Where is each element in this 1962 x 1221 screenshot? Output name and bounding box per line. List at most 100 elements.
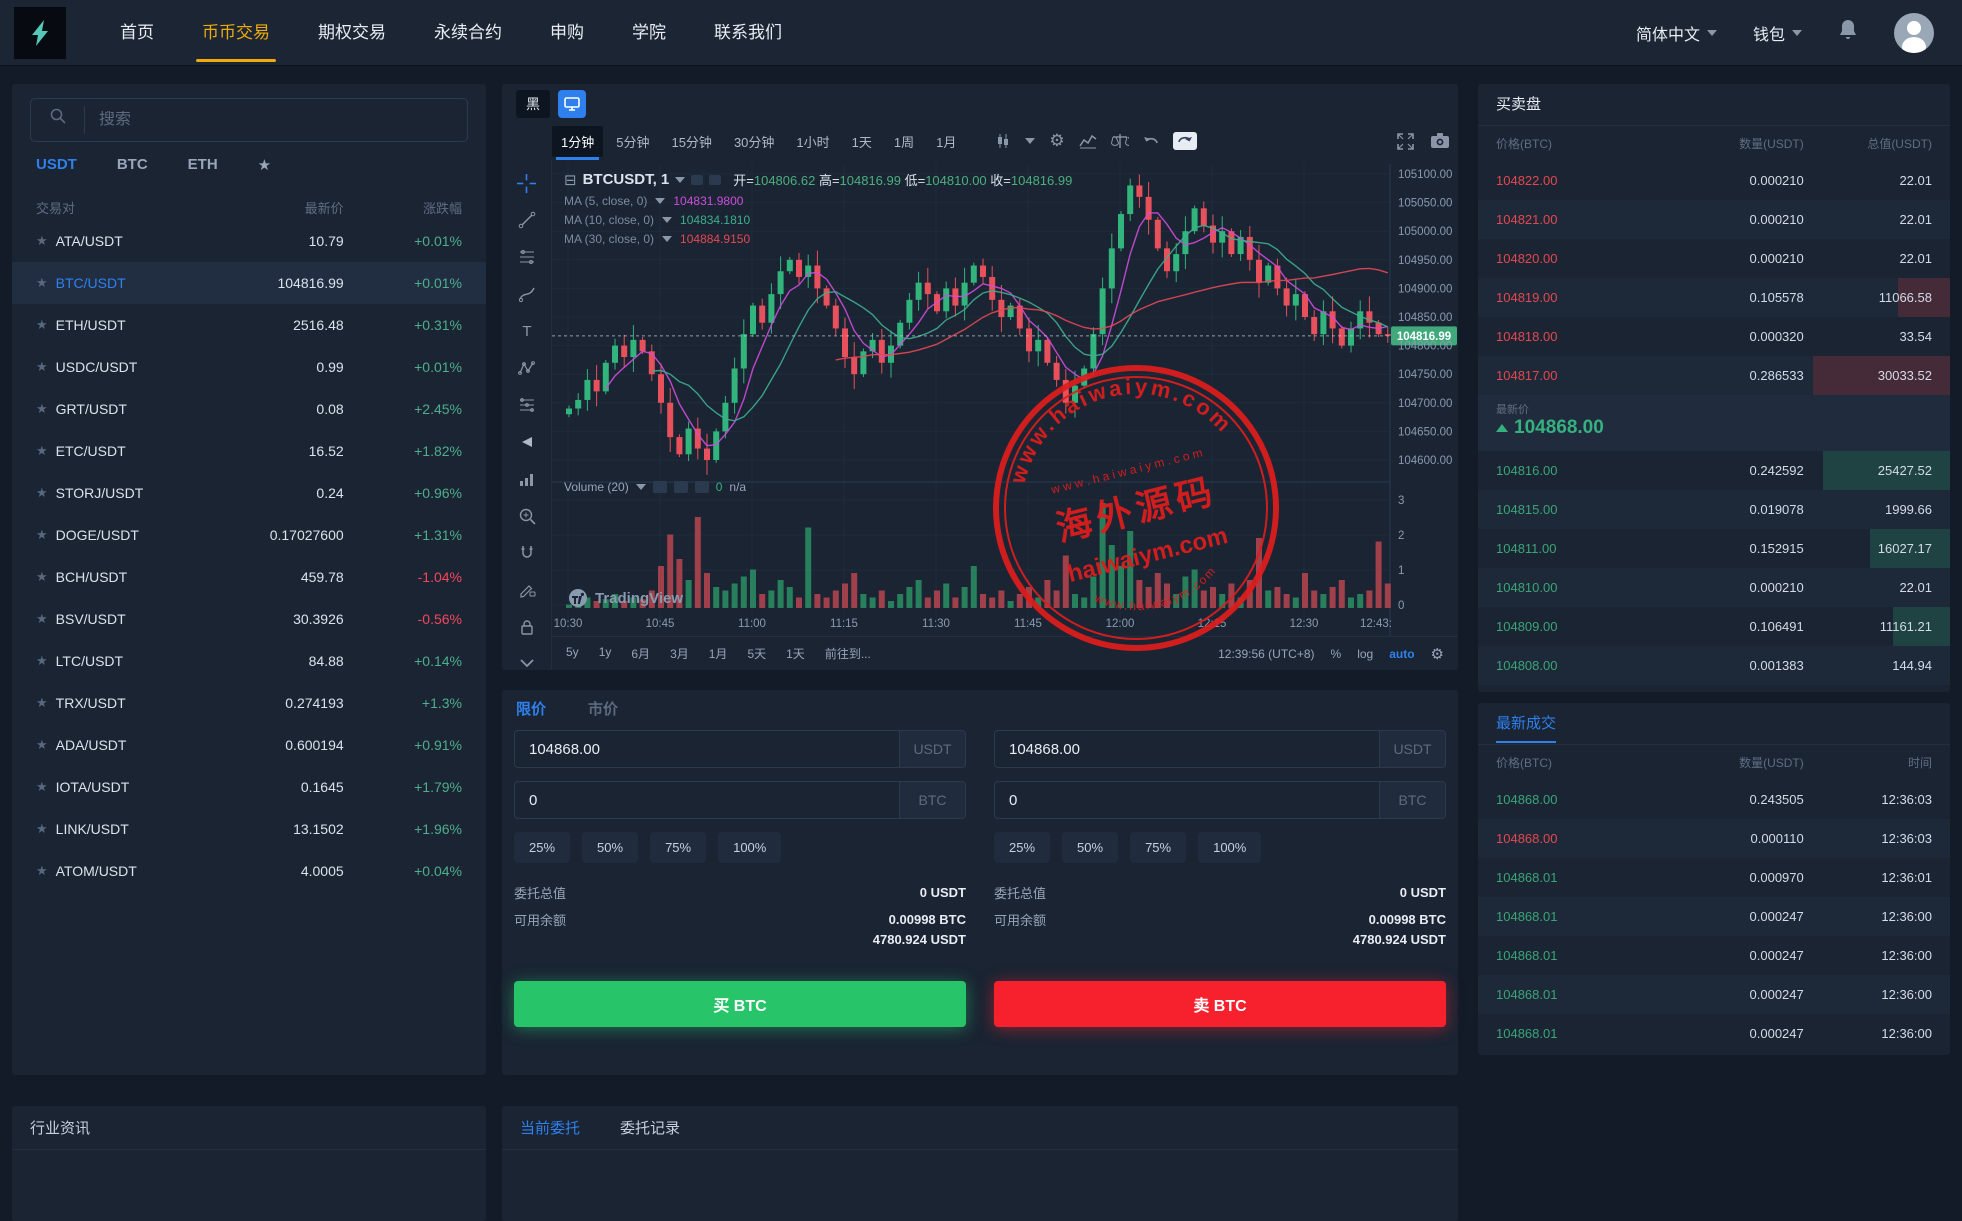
- buy-button[interactable]: 买 BTC: [514, 981, 966, 1027]
- range-button[interactable]: 6月: [631, 645, 650, 662]
- lock-icon[interactable]: [518, 618, 536, 638]
- pair-row[interactable]: ★ATA/USDT10.79+0.01%: [12, 220, 486, 262]
- timeframe-15分钟[interactable]: 15分钟: [662, 126, 720, 157]
- trade-row[interactable]: 104868.010.00024712:36:00: [1478, 975, 1950, 1014]
- pair-row[interactable]: ★LTC/USDT84.88+0.14%: [12, 640, 486, 682]
- favorite-star-icon[interactable]: ★: [36, 695, 48, 711]
- trade-row[interactable]: 104868.000.00011012:36:03: [1478, 819, 1950, 858]
- range-button[interactable]: 3月: [670, 645, 689, 662]
- search-input[interactable]: [85, 111, 467, 129]
- bid-row[interactable]: 104815.000.0190781999.66: [1478, 490, 1950, 529]
- pair-row[interactable]: ★ADA/USDT0.600194+0.91%: [12, 724, 486, 766]
- trade-row[interactable]: 104868.010.00024712:36:00: [1478, 897, 1950, 936]
- quote-tab-usdt[interactable]: USDT: [36, 156, 77, 174]
- ask-row[interactable]: 104818.000.00032033.54: [1478, 317, 1950, 356]
- fib-tool-icon[interactable]: [518, 248, 536, 268]
- range-button[interactable]: 前往到...: [825, 645, 871, 662]
- wallet-menu[interactable]: 钱包: [1753, 21, 1802, 45]
- footer-gear-icon[interactable]: ⚙: [1431, 645, 1444, 663]
- ask-row[interactable]: 104820.000.00021022.01: [1478, 239, 1950, 278]
- sell-price-input[interactable]: [995, 731, 1379, 767]
- buy-percent-50[interactable]: 50%: [582, 832, 638, 863]
- range-button[interactable]: 1月: [709, 645, 728, 662]
- collapse-icon[interactable]: ⊟: [564, 171, 577, 189]
- nav-item[interactable]: 币币交易: [178, 0, 294, 66]
- range-button[interactable]: 5天: [747, 645, 766, 662]
- trade-row[interactable]: 104868.010.00024712:36:00: [1478, 1014, 1950, 1053]
- pair-row[interactable]: ★USDC/USDT0.99+0.01%: [12, 346, 486, 388]
- gear-icon[interactable]: [674, 481, 688, 493]
- buy-percent-25[interactable]: 25%: [514, 832, 570, 863]
- timeframe-1周[interactable]: 1周: [885, 126, 923, 157]
- buy-amount-input[interactable]: [515, 782, 899, 818]
- ask-row[interactable]: 104819.000.10557811066.58: [1478, 278, 1950, 317]
- sell-percent-75[interactable]: 75%: [1130, 832, 1186, 863]
- nav-item[interactable]: 联系我们: [690, 0, 806, 66]
- text-tool-icon[interactable]: T: [518, 322, 536, 342]
- bid-row[interactable]: 104811.000.15291516027.17: [1478, 529, 1950, 568]
- range-button[interactable]: 1y: [599, 645, 612, 662]
- position-tool-icon[interactable]: [518, 396, 536, 416]
- arrow-tool-icon[interactable]: [518, 433, 536, 453]
- redo-share-icon[interactable]: [1173, 132, 1197, 150]
- timeframe-1月[interactable]: 1月: [927, 126, 965, 157]
- range-button[interactable]: 5y: [566, 645, 579, 662]
- pair-row[interactable]: ★BCH/USDT459.78-1.04%: [12, 556, 486, 598]
- quote-tab-eth[interactable]: ETH: [188, 156, 218, 174]
- chevron-down-icon[interactable]: [1025, 138, 1035, 144]
- bid-row[interactable]: 104808.000.001383144.94: [1478, 646, 1950, 685]
- close-icon[interactable]: [695, 481, 709, 493]
- nav-item[interactable]: 学院: [608, 0, 690, 66]
- sell-amount-input[interactable]: [995, 782, 1379, 818]
- ask-row[interactable]: 104822.000.00021022.01: [1478, 161, 1950, 200]
- favorite-star-icon[interactable]: ★: [36, 737, 48, 753]
- chevron-down-icon[interactable]: [519, 655, 535, 670]
- favorite-star-icon[interactable]: ★: [36, 359, 48, 375]
- pair-row[interactable]: ★BTC/USDT104816.99+0.01%: [12, 262, 486, 304]
- fullscreen-icon[interactable]: [1397, 133, 1414, 150]
- pair-row[interactable]: ★TRX/USDT0.274193+1.3%: [12, 682, 486, 724]
- favorite-star-icon[interactable]: ★: [36, 401, 48, 417]
- trendline-icon[interactable]: [518, 211, 536, 231]
- zoom-in-icon[interactable]: [518, 507, 536, 527]
- chevron-down-icon[interactable]: [636, 484, 646, 490]
- buy-percent-100[interactable]: 100%: [718, 832, 781, 863]
- sell-button[interactable]: 卖 BTC: [994, 981, 1446, 1027]
- timeframe-5分钟[interactable]: 5分钟: [607, 126, 658, 157]
- range-button[interactable]: 1天: [786, 645, 805, 662]
- ask-row[interactable]: 104821.000.00021022.01: [1478, 200, 1950, 239]
- quote-tab-btc[interactable]: BTC: [117, 156, 148, 174]
- theme-dark-button[interactable]: 黑: [516, 90, 550, 118]
- nav-item[interactable]: 永续合约: [410, 0, 526, 66]
- favorite-star-icon[interactable]: ★: [36, 821, 48, 837]
- percent-scale-button[interactable]: %: [1331, 647, 1342, 661]
- settings-gear-icon[interactable]: ⚙: [1049, 131, 1064, 151]
- timeframe-30分钟[interactable]: 30分钟: [725, 126, 783, 157]
- crosshair-icon[interactable]: [517, 174, 536, 194]
- user-avatar[interactable]: [1894, 13, 1934, 53]
- ohlc-icon[interactable]: [691, 175, 703, 185]
- timeframe-1分钟[interactable]: 1分钟: [552, 126, 603, 157]
- pair-row[interactable]: ★ATOM/USDT4.0005+0.04%: [12, 850, 486, 892]
- candle-style-icon[interactable]: [995, 133, 1011, 149]
- eye-icon[interactable]: [653, 481, 667, 493]
- auto-scale-button[interactable]: auto: [1389, 647, 1414, 661]
- pair-row[interactable]: ★IOTA/USDT0.1645+1.79%: [12, 766, 486, 808]
- pair-row[interactable]: ★LINK/USDT13.1502+1.96%: [12, 808, 486, 850]
- bid-row[interactable]: 104810.000.00021022.01: [1478, 568, 1950, 607]
- log-scale-button[interactable]: log: [1357, 647, 1373, 661]
- camera-snapshot-icon[interactable]: [1430, 133, 1450, 149]
- quote-tab-★[interactable]: ★: [258, 156, 271, 174]
- compare-scales-icon[interactable]: [1111, 133, 1129, 149]
- nav-item[interactable]: 申购: [526, 0, 608, 66]
- favorite-star-icon[interactable]: ★: [36, 275, 48, 291]
- tab-order-history[interactable]: 委托记录: [620, 1117, 680, 1138]
- favorite-star-icon[interactable]: ★: [36, 653, 48, 669]
- pair-row[interactable]: ★GRT/USDT0.08+2.45%: [12, 388, 486, 430]
- bid-row[interactable]: 104809.000.10649111161.21: [1478, 607, 1950, 646]
- favorite-star-icon[interactable]: ★: [36, 527, 48, 543]
- tradingview-attribution[interactable]: TradingView: [568, 588, 683, 608]
- pattern-tool-icon[interactable]: [518, 359, 536, 379]
- favorite-star-icon[interactable]: ★: [36, 485, 48, 501]
- brush-tool-icon[interactable]: [518, 285, 536, 305]
